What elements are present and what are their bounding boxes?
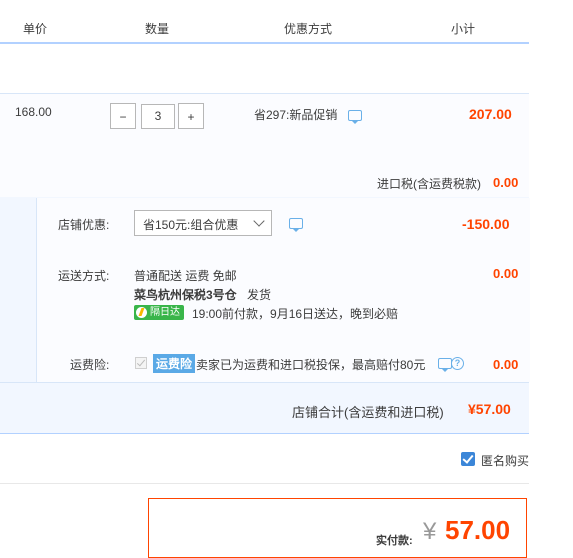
quantity-decrease-button[interactable]: − <box>110 103 136 129</box>
shop-discount-value: -150.00 <box>462 216 510 232</box>
shipping-method: 普通配送 运费 免邮 <box>134 269 237 283</box>
anonymous-checkbox[interactable] <box>461 452 475 466</box>
next-day-badge: 隔日达 <box>134 305 184 320</box>
shipping-value: 0.00 <box>493 266 519 281</box>
col-subtotal-header: 小计 <box>451 22 476 36</box>
import-tax-value: 0.00 <box>493 175 519 190</box>
shipping-warehouse: 菜鸟杭州保税3号仓 <box>134 288 237 302</box>
chat-icon[interactable] <box>438 358 452 372</box>
payment-label: 实付款: <box>376 535 413 547</box>
quantity-increase-button[interactable]: + <box>178 103 204 129</box>
table-header: 单价 数量 优惠方式 小计 <box>0 0 529 44</box>
shop-discount-selected: 省150元:组合优惠 <box>143 218 239 232</box>
chat-icon[interactable] <box>289 218 303 232</box>
shop-total-label: 店铺合计(含运费和进口税) <box>292 405 444 420</box>
delivery-note: 19:00前付款，9月16日送达，晚到必赔 <box>192 307 399 321</box>
insurance-checkbox <box>135 357 147 369</box>
shop-total-value: ¥57.00 <box>468 401 511 417</box>
shipping-label: 运送方式: <box>58 269 110 283</box>
insurance-value: 0.00 <box>493 357 519 372</box>
insurance-label: 运费险: <box>70 358 110 372</box>
chevron-down-icon <box>253 215 265 227</box>
shop-details-panel <box>36 198 530 382</box>
col-qty-header: 数量 <box>145 22 170 36</box>
help-icon[interactable]: ? <box>451 357 464 370</box>
item-subtotal: 207.00 <box>469 106 512 122</box>
shop-discount-label: 店铺优惠: <box>58 218 110 232</box>
unit-price: 168.00 <box>15 105 52 119</box>
shop-discount-select[interactable]: 省150元:组合优惠 <box>134 210 272 236</box>
import-tax-label: 进口税(含运费税款) <box>377 177 481 191</box>
promo-text: 省297:新品促销 <box>254 108 338 122</box>
payment-amount: 57.00 <box>445 515 511 545</box>
lightning-icon <box>136 307 147 318</box>
currency-symbol: ¥ <box>423 518 437 545</box>
anonymous-label[interactable]: 匿名购买 <box>481 452 529 469</box>
col-price-header: 单价 <box>23 22 48 36</box>
col-promo-header: 优惠方式 <box>284 22 333 36</box>
insurance-desc: 卖家已为运费和进口税投保，最高赔付80元 <box>196 358 426 372</box>
insurance-tag: 运费险 <box>153 354 196 373</box>
chat-icon[interactable] <box>348 110 362 124</box>
shipping-dispatch: 发货 <box>247 288 272 302</box>
quantity-input[interactable]: 3 <box>141 104 175 129</box>
